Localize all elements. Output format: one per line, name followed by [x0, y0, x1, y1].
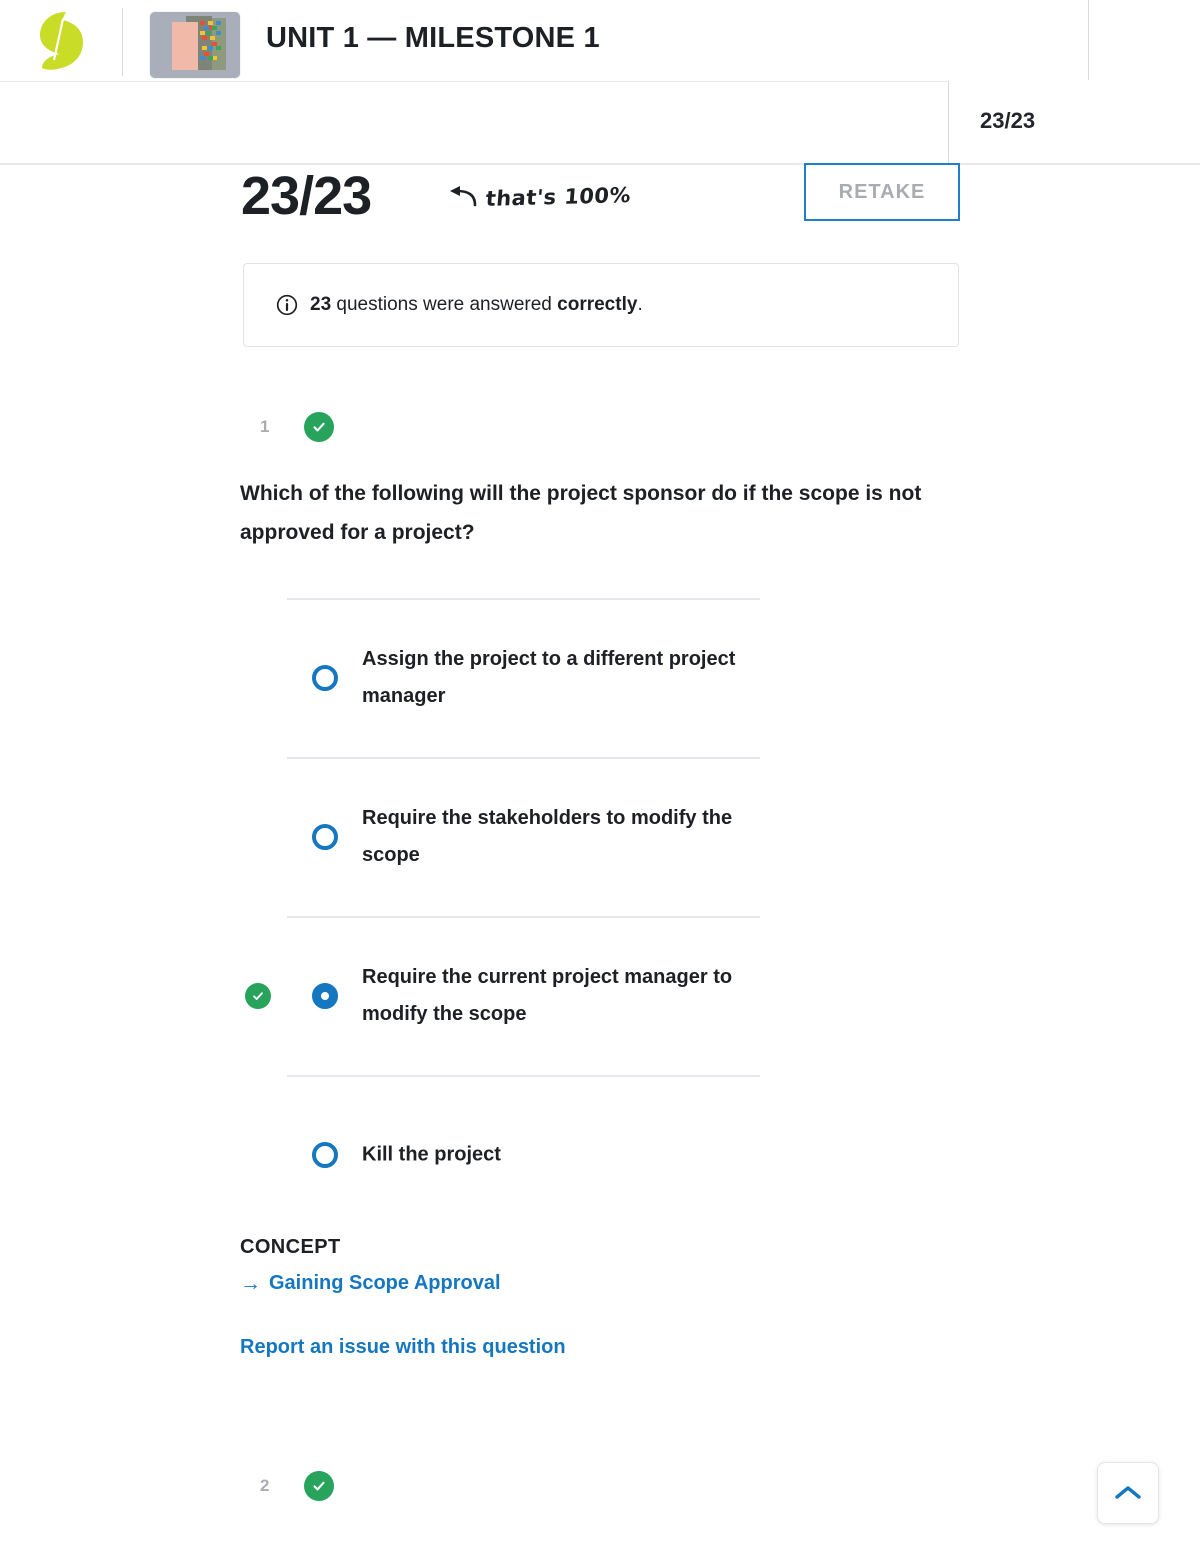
- scroll-to-top-button[interactable]: [1097, 1462, 1159, 1524]
- radio-button-selected[interactable]: [312, 982, 338, 1009]
- correct-count: 23: [310, 294, 332, 315]
- info-text-suffix: .: [637, 294, 643, 315]
- retake-button-label: RETAKE: [838, 180, 926, 203]
- course-thumbnail: [150, 12, 240, 78]
- curved-left-arrow-icon: [450, 186, 477, 207]
- score-total: 23/23: [241, 166, 372, 226]
- arrow-right-icon: →: [240, 1272, 261, 1295]
- header-bottom-rule: [0, 163, 1200, 165]
- check-icon: [253, 991, 263, 1000]
- radio-button[interactable]: [312, 823, 338, 850]
- concept-link-label: Gaining Scope Approval: [269, 1272, 501, 1294]
- option-label: Kill the project: [362, 1143, 501, 1165]
- check-icon: [313, 1481, 325, 1491]
- option-label: Require the current project manager to m…: [362, 965, 733, 1025]
- option-label: Require the stakeholders to modify the s…: [362, 806, 733, 866]
- info-text-middle: questions were answered: [331, 294, 558, 315]
- radio-button[interactable]: [312, 1141, 338, 1168]
- sophia-logo[interactable]: [0, 0, 122, 82]
- sophia-logo-icon: [40, 12, 83, 70]
- radio-button[interactable]: [312, 664, 338, 691]
- option-label: Assign the project to a different projec…: [362, 647, 736, 707]
- check-icon: [313, 422, 325, 432]
- option-divider: [287, 916, 760, 918]
- info-circle-icon: [276, 294, 298, 316]
- course-thumbnail-image: [150, 12, 240, 78]
- question-number: 1: [260, 417, 270, 436]
- score-annotation: that's 100%: [447, 183, 632, 211]
- app-header: UNIT 1 — MILESTONE 1: [0, 0, 1200, 82]
- chevron-up-icon: [1115, 1486, 1141, 1499]
- question-1-header: 1: [260, 412, 334, 442]
- retake-button[interactable]: RETAKE: [804, 163, 960, 221]
- question-2-header: 2: [260, 1471, 334, 1501]
- concept-label: CONCEPT: [240, 1236, 341, 1258]
- answer-option-selected[interactable]: Require the current project manager to m…: [240, 916, 970, 1075]
- results-info-banner: 23 questions were answered correctly.: [243, 263, 959, 347]
- answer-options: Assign the project to a different projec…: [240, 598, 970, 1234]
- answer-option[interactable]: Require the stakeholders to modify the s…: [240, 757, 970, 916]
- answer-option[interactable]: Assign the project to a different projec…: [240, 598, 970, 757]
- header-divider: [122, 8, 123, 76]
- correct-answer-badge: [245, 982, 271, 1009]
- option-divider: [287, 757, 760, 759]
- milestone-results-page: UNIT 1 — MILESTONE 1 23/23 23/23 that's …: [0, 0, 1200, 1553]
- question-correct-badge: [304, 1471, 334, 1501]
- page-title: UNIT 1 — MILESTONE 1: [266, 22, 600, 54]
- header-score-divider: [948, 81, 949, 163]
- results-info-text: 23 questions were answered correctly.: [310, 294, 643, 316]
- header-bottom-rule-left: [0, 81, 948, 82]
- question-correct-badge: [304, 412, 334, 442]
- option-divider: [287, 1075, 760, 1077]
- question-prompt: Which of the following will the project …: [240, 482, 922, 545]
- option-divider: [287, 598, 760, 600]
- question-number: 2: [260, 1476, 270, 1495]
- header-score: 23/23: [980, 108, 1036, 133]
- concept-link[interactable]: → Gaining Scope Approval: [240, 1272, 501, 1295]
- info-text-emphasis: correctly: [557, 294, 638, 315]
- handwritten-note: that's 100%: [484, 183, 632, 211]
- report-issue-link[interactable]: Report an issue with this question: [240, 1336, 566, 1359]
- answer-option[interactable]: Kill the project: [240, 1075, 970, 1234]
- header-right-divider: [1088, 0, 1089, 80]
